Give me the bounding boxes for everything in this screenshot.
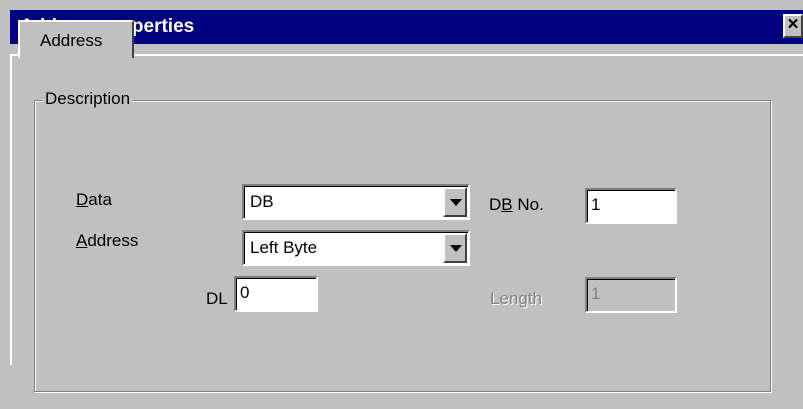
address-select[interactable]: Left Byte [242, 230, 470, 266]
data-select[interactable]: DB [242, 184, 470, 220]
address-label: Address [76, 231, 139, 250]
groupbox-title: Description [42, 89, 134, 109]
tab-label: Address [40, 31, 103, 50]
data-label: Data [76, 190, 112, 209]
close-button[interactable]: × [783, 14, 803, 38]
address-select-value: Left Byte [250, 238, 318, 257]
db-no-label: DB No. [489, 195, 544, 214]
db-no-field[interactable]: 1 [585, 188, 677, 224]
data-select-value: DB [250, 192, 274, 211]
close-icon: × [787, 14, 799, 35]
address-properties-dialog: Address properties × Address Description… [0, 0, 803, 409]
data-dropdown-button[interactable] [443, 187, 467, 217]
dl-label: DL [206, 289, 228, 308]
dl-field[interactable]: 0 [234, 276, 318, 312]
length-field: 1 [585, 277, 677, 313]
tab-address[interactable]: Address [18, 20, 134, 58]
address-dropdown-button[interactable] [443, 233, 467, 263]
length-label: Length [490, 289, 542, 308]
chevron-down-icon [450, 245, 462, 252]
chevron-down-icon [450, 199, 462, 206]
